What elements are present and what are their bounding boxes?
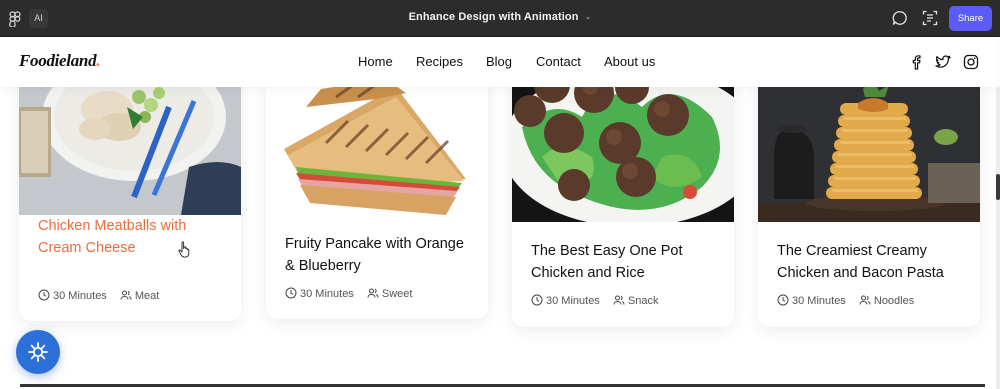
nav-link-contact[interactable]: Contact (536, 54, 581, 69)
recipe-time: 30 Minutes (53, 290, 107, 302)
recipe-card[interactable]: The Creamiest Creamy Chicken and Bacon P… (758, 67, 980, 327)
recipe-image (19, 67, 241, 215)
recipe-meta: 30 Minutes Snack (531, 294, 731, 308)
recipe-image (266, 67, 488, 217)
figma-logo-icon[interactable] (9, 11, 21, 27)
facebook-icon[interactable] (908, 54, 924, 70)
users-icon (613, 295, 625, 305)
page-scrollbar-thumb[interactable] (996, 174, 1000, 200)
recipe-meta: 30 Minutes Noodles (777, 294, 977, 308)
twitter-icon[interactable] (935, 54, 951, 70)
recipe-card[interactable]: The Best Easy One Pot Chicken and Rice 3… (512, 67, 734, 327)
nav-link-about-us[interactable]: About us (604, 54, 655, 69)
page-scrollbar-track[interactable] (996, 87, 1000, 389)
nav-link-home[interactable]: Home (358, 54, 393, 69)
accessibility-fab-button[interactable] (16, 330, 60, 374)
users-icon (367, 288, 379, 298)
snowflake-gear-icon (28, 342, 48, 362)
recipe-title[interactable]: The Creamiest Creamy Chicken and Bacon P… (777, 240, 967, 284)
nav-link-blog[interactable]: Blog (486, 54, 512, 69)
comment-icon[interactable] (892, 10, 908, 26)
clock-icon (531, 294, 543, 306)
clock-icon (777, 294, 789, 306)
dev-mode-icon[interactable] (922, 10, 938, 26)
recipe-category: Sweet (381, 288, 413, 300)
clock-icon (285, 287, 297, 299)
recipe-category: Noodles (873, 295, 915, 307)
users-icon (859, 295, 871, 305)
recipe-time: 30 Minutes (546, 295, 600, 307)
nav-links: Home Recipes Blog Contact About us (0, 54, 1000, 74)
users-icon (120, 290, 132, 300)
instagram-icon[interactable] (963, 54, 979, 70)
nav-link-recipes[interactable]: Recipes (416, 54, 463, 69)
clock-icon (38, 289, 50, 301)
recipe-title[interactable]: Fruity Pancake with Orange & Blueberry (285, 233, 475, 277)
recipe-card[interactable]: Chicken Meatballs with Cream Cheese 30 M… (19, 67, 241, 321)
recipe-category: Snack (627, 295, 659, 307)
site-navbar: Foodieland. Home Recipes Blog Contact Ab… (0, 37, 997, 87)
figma-toolbar: AI Enhance Design with Animation ⌄ Share (0, 0, 1000, 37)
recipe-title[interactable]: Chicken Meatballs with Cream Cheese (38, 215, 228, 259)
section-divider (20, 384, 985, 387)
recipe-time: 30 Minutes (300, 288, 354, 300)
recipe-meta: 30 Minutes Meat (38, 289, 238, 303)
chevron-down-icon[interactable]: ⌄ (585, 12, 592, 21)
share-button[interactable]: Share (949, 6, 992, 31)
recipe-time: 30 Minutes (792, 295, 846, 307)
hand-cursor-icon (178, 241, 190, 258)
file-title-text[interactable]: Enhance Design with Animation (409, 11, 579, 23)
ai-button[interactable]: AI (29, 9, 48, 28)
recipe-title[interactable]: The Best Easy One Pot Chicken and Rice (531, 240, 721, 284)
recipe-category: Meat (134, 290, 160, 302)
recipe-image (512, 67, 734, 222)
recipe-card[interactable]: Fruity Pancake with Orange & Blueberry 3… (266, 67, 488, 319)
design-canvas: Foodieland. Home Recipes Blog Contact Ab… (0, 37, 1000, 389)
recipe-meta: 30 Minutes Sweet (285, 287, 485, 301)
recipe-image (758, 67, 980, 222)
file-title: Enhance Design with Animation ⌄ (0, 11, 1000, 23)
